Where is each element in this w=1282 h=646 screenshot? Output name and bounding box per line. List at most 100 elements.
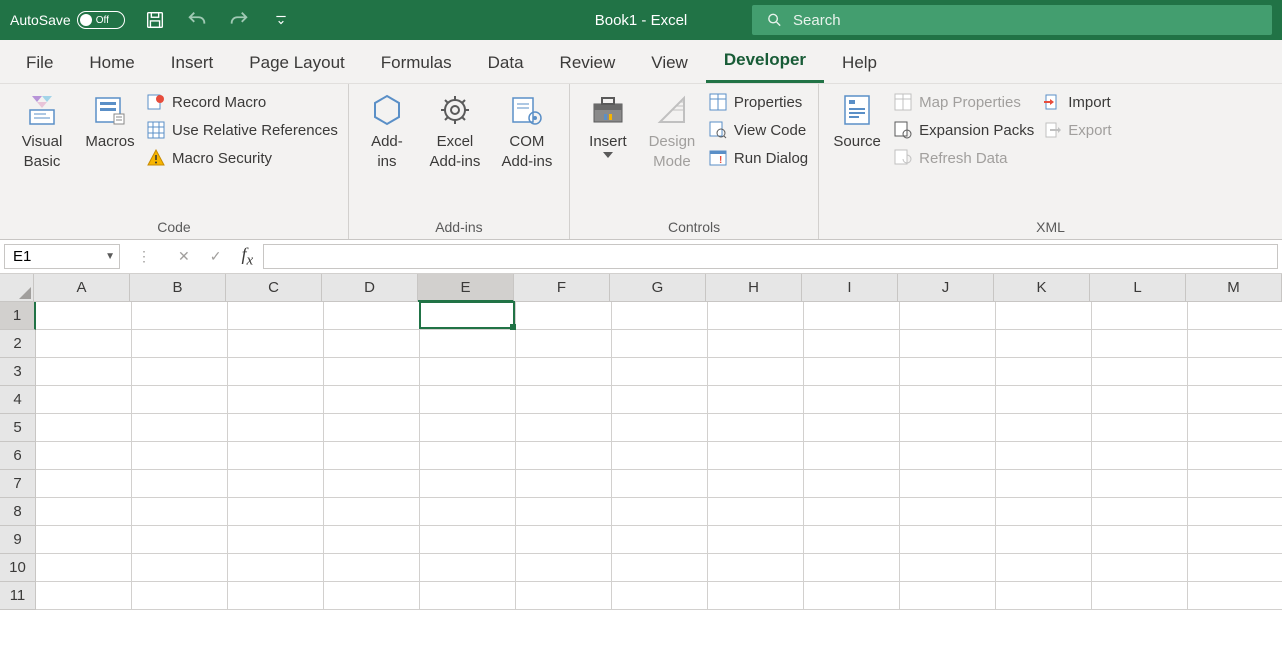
cell[interactable] [420,582,516,610]
cell[interactable] [804,526,900,554]
cell[interactable] [228,470,324,498]
column-header[interactable]: A [34,274,130,302]
cell[interactable] [420,414,516,442]
row-header[interactable]: 7 [0,470,36,498]
cell[interactable] [324,582,420,610]
cell[interactable] [804,358,900,386]
cell[interactable] [516,582,612,610]
undo-button[interactable] [185,8,209,32]
cell[interactable] [132,302,228,330]
tab-home[interactable]: Home [71,43,152,83]
cancel-formula-button[interactable]: ✕ [178,248,190,265]
cell[interactable] [132,554,228,582]
cell[interactable] [996,330,1092,358]
cell[interactable] [708,582,804,610]
cell[interactable] [324,554,420,582]
cell[interactable] [324,498,420,526]
cell[interactable] [516,554,612,582]
visual-basic-button[interactable]: Visual Basic [10,88,74,171]
cell[interactable] [900,470,996,498]
cell[interactable] [36,386,132,414]
cell[interactable] [708,554,804,582]
row-header[interactable]: 1 [0,302,36,330]
cell[interactable] [324,302,420,330]
cell[interactable] [1188,470,1282,498]
cell[interactable] [420,526,516,554]
cell[interactable] [324,442,420,470]
cell[interactable] [612,526,708,554]
row-header[interactable]: 10 [0,554,36,582]
row-header[interactable]: 11 [0,582,36,610]
refresh-data-button[interactable]: Refresh Data [893,148,1034,168]
cell[interactable] [708,386,804,414]
cell[interactable] [804,302,900,330]
column-header[interactable]: D [322,274,418,302]
cell[interactable] [900,386,996,414]
row-header[interactable]: 5 [0,414,36,442]
row-header[interactable]: 8 [0,498,36,526]
com-addins-button[interactable]: COM Add-ins [495,88,559,171]
cell[interactable] [324,526,420,554]
cell[interactable] [132,358,228,386]
cell[interactable] [324,330,420,358]
cell[interactable] [804,554,900,582]
cell[interactable] [36,302,132,330]
cell[interactable] [420,554,516,582]
cell[interactable] [1188,498,1282,526]
name-box[interactable]: E1 ▼ [4,244,120,269]
design-mode-button[interactable]: Design Mode [644,88,700,171]
cell[interactable] [1092,582,1188,610]
tab-developer[interactable]: Developer [706,40,824,83]
cell[interactable] [324,414,420,442]
column-header[interactable]: G [610,274,706,302]
macro-security-button[interactable]: Macro Security [146,148,338,168]
cell[interactable] [804,498,900,526]
cell[interactable] [900,582,996,610]
row-header[interactable]: 4 [0,386,36,414]
cell[interactable] [804,330,900,358]
tab-insert[interactable]: Insert [153,43,232,83]
map-properties-button[interactable]: Map Properties [893,92,1034,112]
column-header[interactable]: J [898,274,994,302]
cell[interactable] [1092,302,1188,330]
cell[interactable] [420,470,516,498]
tab-view[interactable]: View [633,43,706,83]
cell[interactable] [324,358,420,386]
cell[interactable] [804,470,900,498]
cell[interactable] [612,386,708,414]
cell[interactable] [516,358,612,386]
source-button[interactable]: Source [829,88,885,152]
tab-page-layout[interactable]: Page Layout [231,43,362,83]
cell[interactable] [420,302,516,330]
row-header[interactable]: 9 [0,526,36,554]
cell[interactable] [228,302,324,330]
import-button[interactable]: Import [1042,92,1111,112]
column-header[interactable]: C [226,274,322,302]
autosave-toggle[interactable]: Off [77,11,125,29]
macros-button[interactable]: Macros [82,88,138,152]
formula-input[interactable] [263,244,1278,269]
tab-file[interactable]: File [8,43,71,83]
enter-formula-button[interactable]: ✓ [210,248,222,265]
cell[interactable] [996,470,1092,498]
cell[interactable] [132,582,228,610]
cell[interactable] [996,358,1092,386]
cell[interactable] [228,442,324,470]
redo-button[interactable] [227,8,251,32]
search-input[interactable] [793,12,1258,29]
cell[interactable] [804,582,900,610]
record-macro-button[interactable]: Record Macro [146,92,338,112]
cell[interactable] [900,442,996,470]
column-header[interactable]: E [418,274,514,302]
cell[interactable] [420,358,516,386]
cell[interactable] [1092,554,1188,582]
cell[interactable] [1092,526,1188,554]
cell[interactable] [228,330,324,358]
save-button[interactable] [143,8,167,32]
cell[interactable] [1188,582,1282,610]
cell[interactable] [324,386,420,414]
cell[interactable] [420,330,516,358]
cell[interactable] [900,358,996,386]
customize-qat-button[interactable] [269,8,293,32]
cell[interactable] [132,414,228,442]
